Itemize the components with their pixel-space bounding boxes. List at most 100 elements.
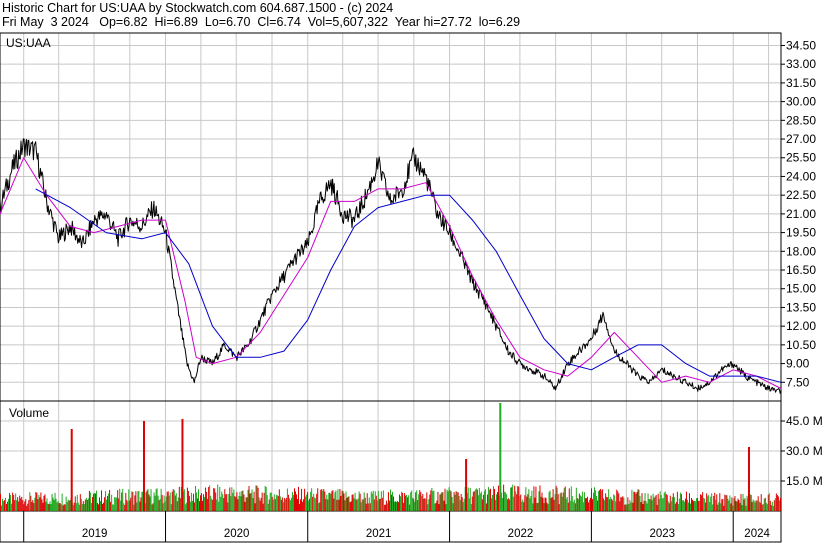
volume-bar <box>305 496 307 511</box>
volume-bar <box>397 501 399 511</box>
volume-bar <box>238 495 240 511</box>
volume-bar <box>658 498 660 511</box>
volume-bar <box>729 495 731 511</box>
volume-bar <box>348 496 350 511</box>
volume-bar <box>132 491 134 511</box>
volume-bar <box>277 496 279 511</box>
volume-bar <box>607 497 609 511</box>
volume-bar <box>633 491 635 511</box>
volume-bar <box>21 496 23 511</box>
volume-bar <box>641 493 643 511</box>
volume-bar <box>379 498 381 511</box>
volume-bar <box>85 497 87 511</box>
volume-bar <box>241 491 243 511</box>
volume-bar <box>672 493 674 511</box>
volume-bar <box>355 499 357 511</box>
volume-bar <box>550 497 552 511</box>
volume-bar <box>606 496 608 511</box>
volume-bar <box>68 500 70 511</box>
volume-bar <box>626 504 628 511</box>
volume-bar <box>363 492 365 511</box>
volume-bar <box>114 496 116 511</box>
volume-bar <box>320 489 322 511</box>
volume-bar <box>188 495 190 511</box>
volume-bar <box>133 504 135 511</box>
volume-bar <box>496 494 498 511</box>
volume-bar <box>543 503 545 511</box>
volume-bar <box>424 498 426 511</box>
volume-bar <box>112 504 114 511</box>
volume-bar <box>772 505 774 511</box>
volume-bar <box>535 486 537 511</box>
volume-bar <box>275 494 277 511</box>
volume-bar <box>691 498 693 511</box>
volume-bar <box>566 497 568 511</box>
volume-bar <box>339 488 341 511</box>
volume-bar <box>384 504 386 511</box>
volume-bar <box>544 497 546 511</box>
volume-spike-bar <box>142 421 145 511</box>
volume-bar <box>598 491 600 511</box>
volume-bar <box>371 493 373 511</box>
volume-bar <box>462 501 464 511</box>
volume-bar <box>682 500 684 511</box>
volume-bar <box>711 493 713 511</box>
volume-bar <box>646 503 648 511</box>
volume-bar <box>436 500 438 511</box>
volume-bar <box>32 500 34 511</box>
volume-bar <box>338 499 340 511</box>
volume-bar <box>51 493 53 511</box>
volume-bar <box>726 495 728 511</box>
volume-bar <box>185 502 187 511</box>
volume-bar <box>198 489 200 511</box>
volume-bar <box>87 498 89 511</box>
volume-bar <box>434 503 436 511</box>
volume-bar <box>259 500 261 511</box>
volume-bar <box>741 505 743 511</box>
volume-bar <box>760 494 762 511</box>
volume-bar <box>230 496 232 511</box>
volume-bar <box>341 490 343 511</box>
volume-bar <box>572 501 574 511</box>
volume-bar <box>713 495 715 511</box>
volume-bar <box>30 495 32 511</box>
volume-bar <box>270 492 272 511</box>
volume-bar <box>689 503 691 511</box>
volume-bar <box>165 496 167 511</box>
volume-bar <box>388 500 390 511</box>
volume-bar <box>266 495 268 511</box>
volume-bar <box>560 492 562 511</box>
volume-bar <box>109 489 111 511</box>
volume-bar <box>737 498 739 511</box>
volume-bar <box>620 497 622 511</box>
volume-tick-label: 45.0 M <box>786 414 823 428</box>
volume-bar <box>6 503 8 511</box>
volume-bar <box>377 490 379 511</box>
volume-bar <box>378 498 380 511</box>
volume-bar <box>223 498 225 511</box>
volume-bar <box>517 486 519 511</box>
volume-bar <box>727 498 729 511</box>
volume-bar <box>403 502 405 511</box>
volume-bar <box>687 502 689 511</box>
volume-bar <box>232 492 234 511</box>
volume-bar <box>328 492 330 511</box>
volume-bar <box>473 491 475 511</box>
volume-bar <box>695 501 697 511</box>
volume-bar <box>118 498 120 511</box>
volume-bar <box>589 497 591 511</box>
volume-bar <box>488 489 490 511</box>
volume-bar <box>448 487 450 511</box>
volume-bar <box>170 504 172 511</box>
volume-bar <box>207 498 209 511</box>
volume-bar <box>505 492 507 511</box>
volume-bar <box>446 489 448 511</box>
volume-bar <box>651 500 653 511</box>
volume-bar <box>688 493 690 511</box>
volume-bar <box>301 488 303 511</box>
volume-bar <box>111 494 113 511</box>
volume-bar <box>215 492 217 511</box>
volume-bar <box>298 486 300 511</box>
volume-bar <box>754 502 756 511</box>
price-panel-frame <box>0 32 782 402</box>
